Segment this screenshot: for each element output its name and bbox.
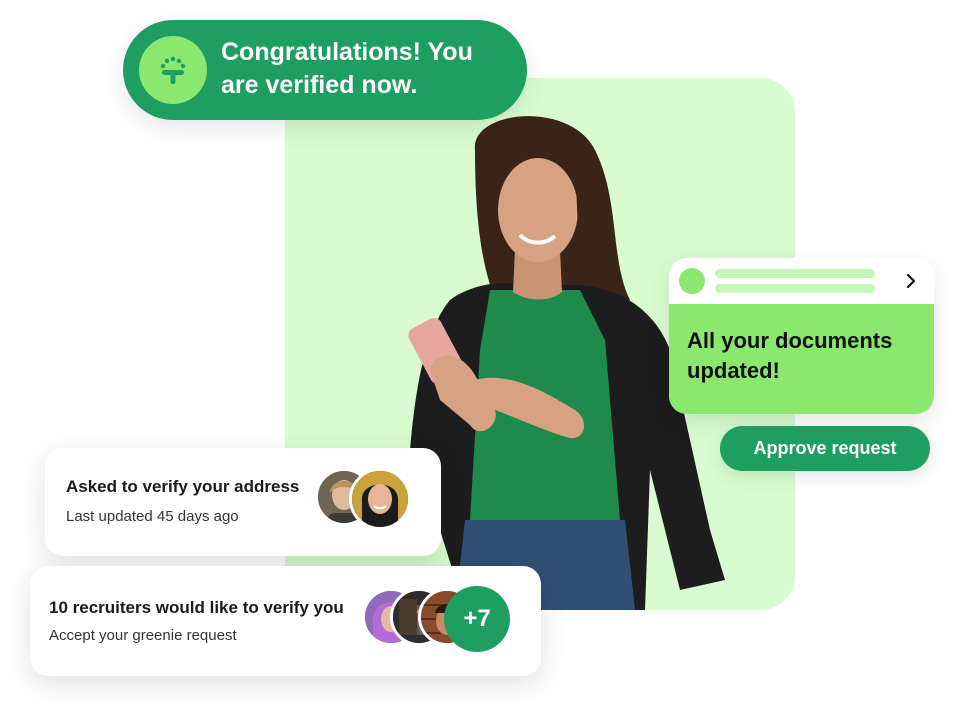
verified-message-line1: Congratulations! You bbox=[221, 38, 473, 66]
verified-message: Congratulations! You are verified now. bbox=[221, 36, 511, 102]
page: Congratulations! You are verified now. A… bbox=[0, 0, 958, 712]
recruiters-verification-card[interactable]: 10 recruiters would like to verify you A… bbox=[30, 566, 541, 676]
placeholder-line bbox=[715, 284, 875, 293]
person-avatar-icon bbox=[352, 471, 408, 527]
documents-title-line1: All your documents bbox=[687, 328, 893, 353]
verified-message-line2: are verified now. bbox=[221, 71, 418, 99]
placeholder-line bbox=[715, 269, 875, 278]
documents-card-body: All your documents updated! bbox=[669, 304, 934, 414]
avatar bbox=[349, 468, 411, 530]
sprout-icon bbox=[160, 56, 186, 84]
documents-title: All your documents updated! bbox=[687, 326, 922, 386]
recruiters-card-title: 10 recruiters would like to verify you bbox=[49, 598, 344, 617]
address-verification-card[interactable]: Asked to verify your address Last update… bbox=[45, 448, 441, 556]
documents-title-line2: updated! bbox=[687, 358, 780, 383]
documents-notification-card: All your documents updated! bbox=[669, 258, 934, 414]
recruiters-card-subtitle: Accept your greenie request bbox=[49, 627, 237, 644]
more-recruiters-badge: +7 bbox=[444, 586, 510, 652]
documents-card-header bbox=[669, 258, 934, 304]
verified-notification: Congratulations! You are verified now. bbox=[123, 20, 527, 120]
sprout-badge-icon bbox=[139, 36, 207, 104]
address-card-subtitle: Last updated 45 days ago bbox=[66, 508, 239, 525]
chevron-right-icon[interactable] bbox=[901, 271, 921, 291]
approve-request-button[interactable]: Approve request bbox=[720, 426, 930, 471]
status-dot-icon bbox=[679, 268, 705, 294]
address-card-title: Asked to verify your address bbox=[66, 477, 300, 496]
